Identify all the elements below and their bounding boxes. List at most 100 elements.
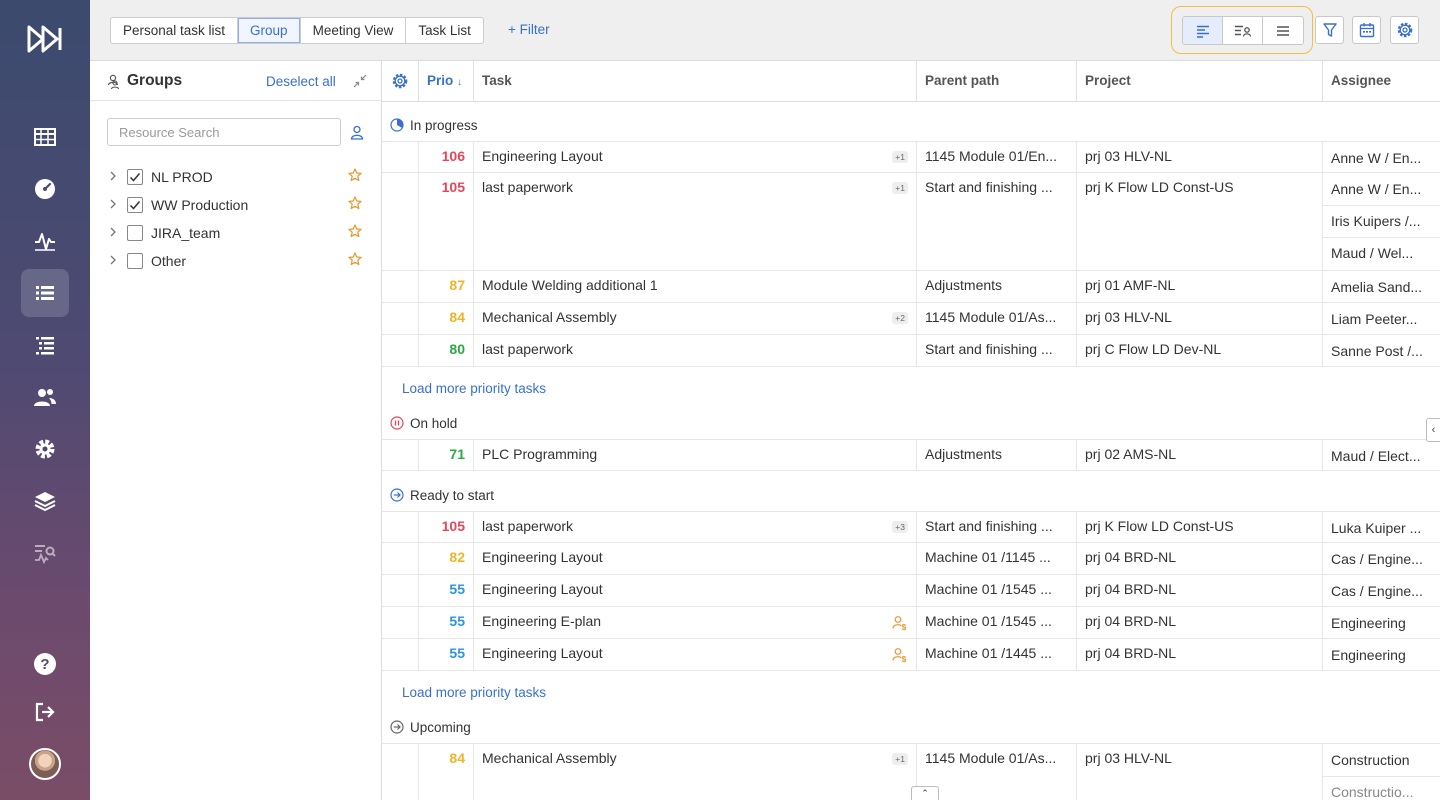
task-cell[interactable]: Engineering E-plan $ — [473, 607, 916, 638]
task-cell[interactable]: Engineering Layout +1 — [473, 142, 916, 172]
task-name[interactable]: Mechanical Assembly — [482, 309, 617, 325]
task-cell[interactable]: PLC Programming — [473, 440, 916, 470]
row-select-cell[interactable] — [382, 335, 418, 366]
task-cell[interactable]: last paperwork +3 — [473, 512, 916, 542]
group-checkbox[interactable] — [127, 253, 143, 269]
column-prio[interactable]: Prio ↓ — [418, 61, 473, 101]
filter-funnel-button[interactable] — [1315, 16, 1344, 44]
row-select-cell[interactable] — [382, 303, 418, 334]
task-name[interactable]: Engineering E-plan — [482, 613, 601, 629]
table-row[interactable]: 106 Engineering Layout +1 1145 Module 01/En… — [382, 141, 1440, 173]
star-icon[interactable] — [348, 224, 362, 238]
group-item-other[interactable]: Other — [90, 247, 381, 275]
deselect-all-link[interactable]: Deselect all — [266, 74, 336, 89]
assignee-cell[interactable]: Engineering — [1322, 607, 1440, 638]
nav-activity-icon[interactable] — [21, 217, 69, 265]
assignee-name[interactable]: Maud / Wel... — [1331, 245, 1413, 261]
resource-search-input[interactable] — [107, 118, 341, 146]
assignee-name[interactable]: Anne W / En... — [1331, 150, 1421, 166]
task-name[interactable]: last paperwork — [482, 179, 573, 195]
extra-count-badge[interactable]: +1 — [892, 151, 908, 163]
star-icon[interactable] — [348, 196, 362, 210]
user-cost-icon[interactable]: $ — [892, 615, 908, 631]
column-task[interactable]: Task — [473, 61, 916, 101]
nav-analytics-icon[interactable] — [21, 529, 69, 577]
task-name[interactable]: Engineering Layout — [482, 645, 603, 661]
app-logo-icon[interactable] — [26, 24, 64, 54]
assignee-name[interactable]: Sanne Post /... — [1331, 343, 1423, 359]
task-name[interactable]: PLC Programming — [482, 446, 597, 462]
row-select-cell[interactable] — [382, 575, 418, 606]
column-project[interactable]: Project — [1076, 61, 1322, 101]
task-name[interactable]: Mechanical Assembly — [482, 750, 617, 766]
group-checkbox[interactable] — [127, 225, 143, 241]
group-item-jira-team[interactable]: JIRA_team — [90, 219, 381, 247]
task-name[interactable]: last paperwork — [482, 518, 573, 534]
settings-button[interactable] — [1390, 16, 1419, 44]
assignee-name[interactable]: Luka Kuiper ... — [1331, 520, 1421, 536]
help-icon[interactable]: ? — [21, 640, 69, 688]
assignee-cell[interactable]: Sanne Post /... — [1322, 335, 1440, 366]
task-name[interactable]: Module Welding additional 1 — [482, 277, 658, 293]
extra-count-badge[interactable]: +2 — [892, 312, 908, 324]
assignee-name[interactable]: Amelia Sand... — [1331, 279, 1422, 295]
grouped-view-button[interactable] — [1223, 17, 1263, 44]
assignee-name[interactable]: Maud / Elect... — [1331, 448, 1420, 464]
assignee-name[interactable]: Iris Kuipers /... — [1331, 213, 1420, 229]
row-select-cell[interactable] — [382, 173, 418, 270]
assignee-name[interactable]: Construction — [1331, 752, 1410, 768]
task-cell[interactable]: last paperwork — [473, 335, 916, 366]
nav-dashboard-icon[interactable] — [21, 165, 69, 213]
task-name[interactable]: Engineering Layout — [482, 549, 603, 565]
user-cost-icon[interactable]: $ — [892, 647, 908, 663]
task-cell[interactable]: Engineering Layout $ — [473, 639, 916, 670]
table-row[interactable]: 105 last paperwork +3 Start and finishing .… — [382, 511, 1440, 543]
assignee-cell[interactable]: Liam Peeter... — [1322, 303, 1440, 334]
star-icon[interactable] — [348, 168, 362, 182]
group-item-ww-production[interactable]: WW Production — [90, 191, 381, 219]
nav-hierarchy-icon[interactable] — [21, 321, 69, 369]
nav-users-icon[interactable] — [21, 373, 69, 421]
star-icon[interactable] — [348, 252, 362, 266]
assignee-cell[interactable]: Maud / Elect... — [1322, 440, 1440, 470]
table-row[interactable]: 82 Engineering Layout Machine 01 /1145 ...… — [382, 543, 1440, 575]
load-more-ready[interactable]: Load more priority tasks — [402, 685, 546, 700]
task-name[interactable]: Engineering Layout — [482, 581, 603, 597]
table-row[interactable]: 105 last paperwork +1 Start and finishing .… — [382, 173, 1440, 271]
row-select-cell[interactable] — [382, 543, 418, 574]
table-row[interactable]: 87 Module Welding additional 1 Adjustments… — [382, 271, 1440, 303]
assignee-name[interactable]: Liam Peeter... — [1331, 311, 1417, 327]
assignee-name[interactable]: Anne W / En... — [1331, 181, 1421, 197]
table-row[interactable]: 84 Mechanical Assembly +2 1145 Module 01/As… — [382, 303, 1440, 335]
group-checkbox[interactable] — [127, 169, 143, 185]
chevron-right-icon[interactable] — [109, 198, 117, 210]
load-more-in-progress[interactable]: Load more priority tasks — [402, 381, 546, 396]
table-row[interactable]: 55 Engineering Layout $ Machine 01 /1445 ..… — [382, 639, 1440, 671]
nav-table-icon[interactable] — [21, 113, 69, 161]
row-select-cell[interactable] — [382, 512, 418, 542]
calendar-button[interactable] — [1352, 16, 1381, 44]
user-avatar[interactable] — [29, 748, 61, 780]
group-checkbox[interactable] — [127, 197, 143, 213]
row-select-cell[interactable] — [382, 744, 418, 800]
compact-view-button[interactable] — [1183, 17, 1223, 44]
assignee-name[interactable]: Engineering — [1331, 647, 1406, 663]
column-settings-button[interactable] — [382, 61, 418, 101]
nav-layers-icon[interactable] — [21, 477, 69, 525]
chevron-right-icon[interactable] — [109, 170, 117, 182]
group-item-nl-prod[interactable]: NL PROD — [90, 163, 381, 191]
assignee-name[interactable]: Constructio... — [1331, 784, 1413, 800]
task-name[interactable]: Engineering Layout — [482, 148, 603, 164]
tab-personal-task-list[interactable]: Personal task list — [111, 18, 239, 43]
task-cell[interactable]: last paperwork +1 — [473, 173, 916, 270]
table-row[interactable]: 55 Engineering Layout Machine 01 /1545 ...… — [382, 575, 1440, 607]
column-parent-path[interactable]: Parent path — [916, 61, 1076, 101]
bottom-panel-toggle[interactable]: ⌃ — [911, 786, 939, 800]
add-filter-button[interactable]: + Filter — [508, 22, 550, 37]
tab-task-list[interactable]: Task List — [406, 18, 483, 43]
task-cell[interactable]: Mechanical Assembly +1 — [473, 744, 916, 800]
task-cell[interactable]: Engineering Layout — [473, 575, 916, 606]
task-cell[interactable]: Engineering Layout — [473, 543, 916, 574]
row-select-cell[interactable] — [382, 142, 418, 172]
task-name[interactable]: last paperwork — [482, 341, 573, 357]
